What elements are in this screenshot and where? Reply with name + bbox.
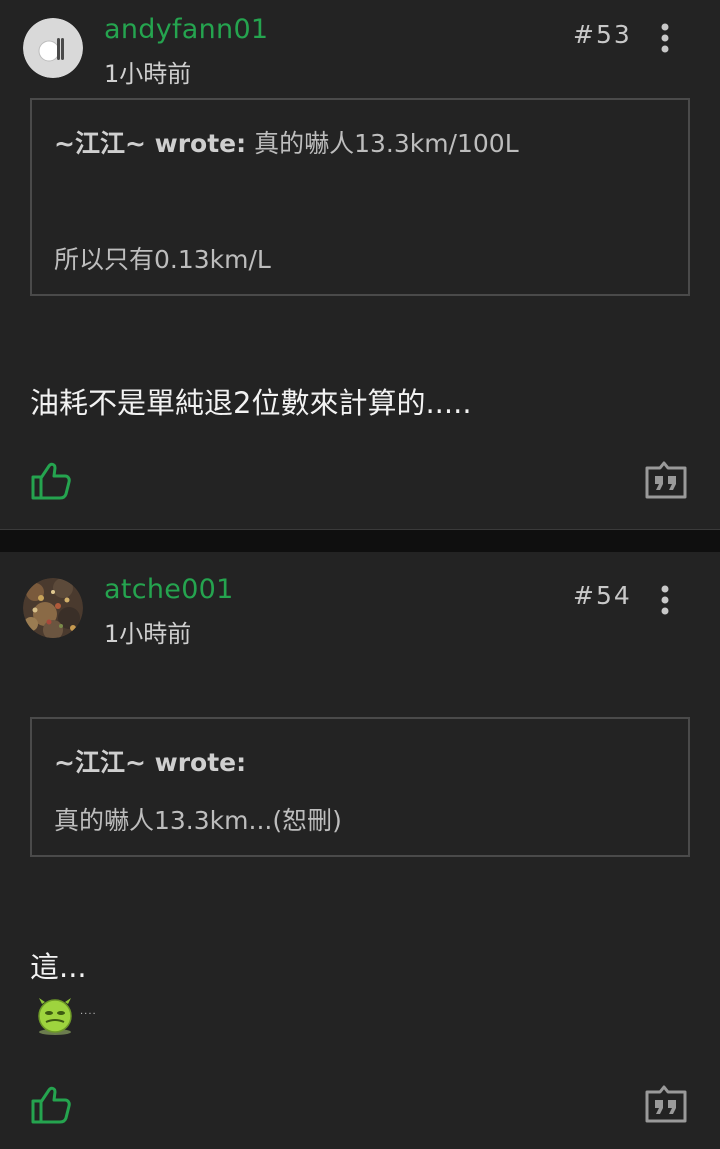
quote-icon[interactable] (643, 1084, 689, 1124)
post-divider (0, 529, 720, 552)
quote-author-name: ~江江~ wrote: (54, 748, 247, 777)
floor-number: #53 (573, 20, 632, 49)
more-vertical-icon[interactable] (659, 584, 671, 616)
post-body: 油耗不是單純退2位數來計算的..... (30, 386, 472, 420)
quote-icon[interactable] (643, 460, 689, 500)
emoji-icon (38, 998, 72, 1035)
quote-author: ~江江~ wrote: (54, 743, 246, 779)
avatar[interactable] (23, 18, 83, 78)
post-time: 1小時前 (104, 620, 192, 648)
thumbs-up-icon[interactable] (30, 460, 72, 502)
avatar[interactable] (23, 578, 83, 638)
quote-author: ~江江~ wrote: (54, 129, 247, 158)
username[interactable]: andyfann01 (104, 14, 268, 45)
quote-line: ~江江~ wrote: 真的嚇人13.3km/100L (54, 124, 519, 160)
thumbs-up-icon[interactable] (30, 1084, 72, 1126)
more-vertical-icon[interactable] (659, 22, 671, 54)
quote-text: 真的嚇人13.3km...(恕刪) (54, 806, 342, 835)
avatar-icon (23, 578, 83, 638)
emoji-trail: ···· (80, 1009, 97, 1020)
post-53: andyfann01 1小時前 #53 ~江江~ wrote: 真的嚇人13.3… (0, 0, 720, 529)
quote-text: 真的嚇人13.3km/100L (254, 129, 519, 158)
avatar-icon (23, 18, 83, 78)
post-body: 這... (30, 950, 87, 984)
post-54: atche001 1小時前 #54 ~江江~ wrote: 真的嚇人13.3km… (0, 552, 720, 1149)
post-time: 1小時前 (104, 60, 192, 88)
quote-block: ~江江~ wrote: 真的嚇人13.3km...(恕刪) (30, 717, 690, 857)
quote-text: 所以只有0.13km/L (54, 245, 271, 274)
floor-number: #54 (573, 581, 632, 610)
username[interactable]: atche001 (104, 574, 234, 605)
quote-block: ~江江~ wrote: 真的嚇人13.3km/100L 所以只有0.13km/L (30, 98, 690, 296)
